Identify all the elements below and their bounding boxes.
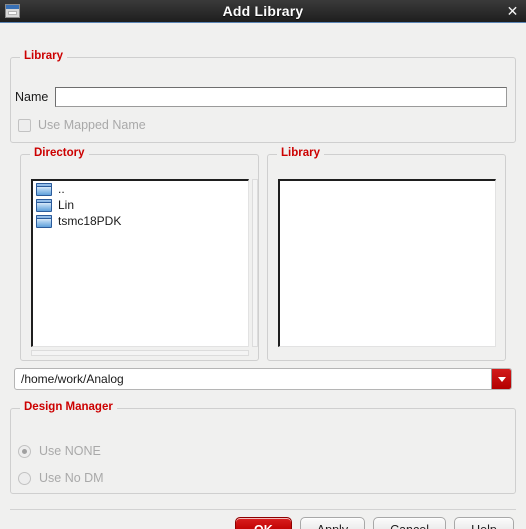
- chevron-down-icon[interactable]: [491, 369, 511, 389]
- dialog-body: Library Name Use Mapped Name Directory .…: [0, 23, 526, 529]
- directory-horizontal-scrollbar[interactable]: [31, 350, 249, 356]
- radio-use-none: Use NONE: [18, 444, 101, 458]
- radio-use-no-dm-label: Use No DM: [39, 471, 104, 485]
- apply-button[interactable]: Apply: [299, 517, 366, 529]
- library-list-group-legend: Library: [277, 147, 324, 159]
- directory-group: Directory .. Lin tsmc18PDK: [20, 147, 259, 361]
- library-name-row: Name: [15, 87, 508, 107]
- list-item-label: tsmc18PDK: [58, 214, 122, 228]
- dialog-button-row: OK Apply Cancel Help: [235, 517, 514, 529]
- directory-vertical-scrollbar[interactable]: [252, 179, 258, 347]
- library-name-input[interactable]: [55, 87, 508, 107]
- use-mapped-name-row: Use Mapped Name: [18, 118, 146, 132]
- path-combobox-value: /home/work/Analog: [21, 372, 124, 386]
- title-bar[interactable]: Add Library ✕: [0, 0, 526, 23]
- design-manager-group-legend: Design Manager: [20, 401, 117, 413]
- window-icon: [5, 4, 20, 18]
- footer-separator: [10, 509, 516, 510]
- library-name-label: Name: [15, 90, 49, 104]
- radio-use-none-label: Use NONE: [39, 444, 101, 458]
- radio-use-no-dm-button: [18, 471, 31, 485]
- window-title: Add Library: [222, 3, 304, 19]
- folder-icon: [36, 214, 52, 228]
- list-item[interactable]: Lin: [33, 197, 248, 213]
- use-mapped-name-checkbox: [18, 118, 31, 132]
- library-group-legend: Library: [20, 50, 67, 62]
- list-item-label: ..: [58, 182, 65, 196]
- use-mapped-name-label: Use Mapped Name: [38, 118, 146, 132]
- list-item[interactable]: tsmc18PDK: [33, 213, 248, 229]
- library-listbox[interactable]: [278, 179, 496, 347]
- close-icon[interactable]: ✕: [504, 3, 521, 20]
- directory-group-legend: Directory: [30, 147, 89, 159]
- list-item-label: Lin: [58, 198, 75, 212]
- folder-icon: [36, 182, 52, 196]
- library-list-group: Library: [267, 147, 506, 361]
- folder-icon: [36, 198, 52, 212]
- list-item[interactable]: ..: [33, 181, 248, 197]
- path-combobox[interactable]: /home/work/Analog: [14, 368, 512, 390]
- directory-listbox[interactable]: .. Lin tsmc18PDK: [31, 179, 249, 347]
- radio-use-no-dm: Use No DM: [18, 471, 104, 485]
- cancel-button[interactable]: Cancel: [373, 517, 446, 529]
- help-button[interactable]: Help: [454, 517, 514, 529]
- ok-button[interactable]: OK: [235, 517, 292, 529]
- radio-use-none-button: [18, 444, 31, 458]
